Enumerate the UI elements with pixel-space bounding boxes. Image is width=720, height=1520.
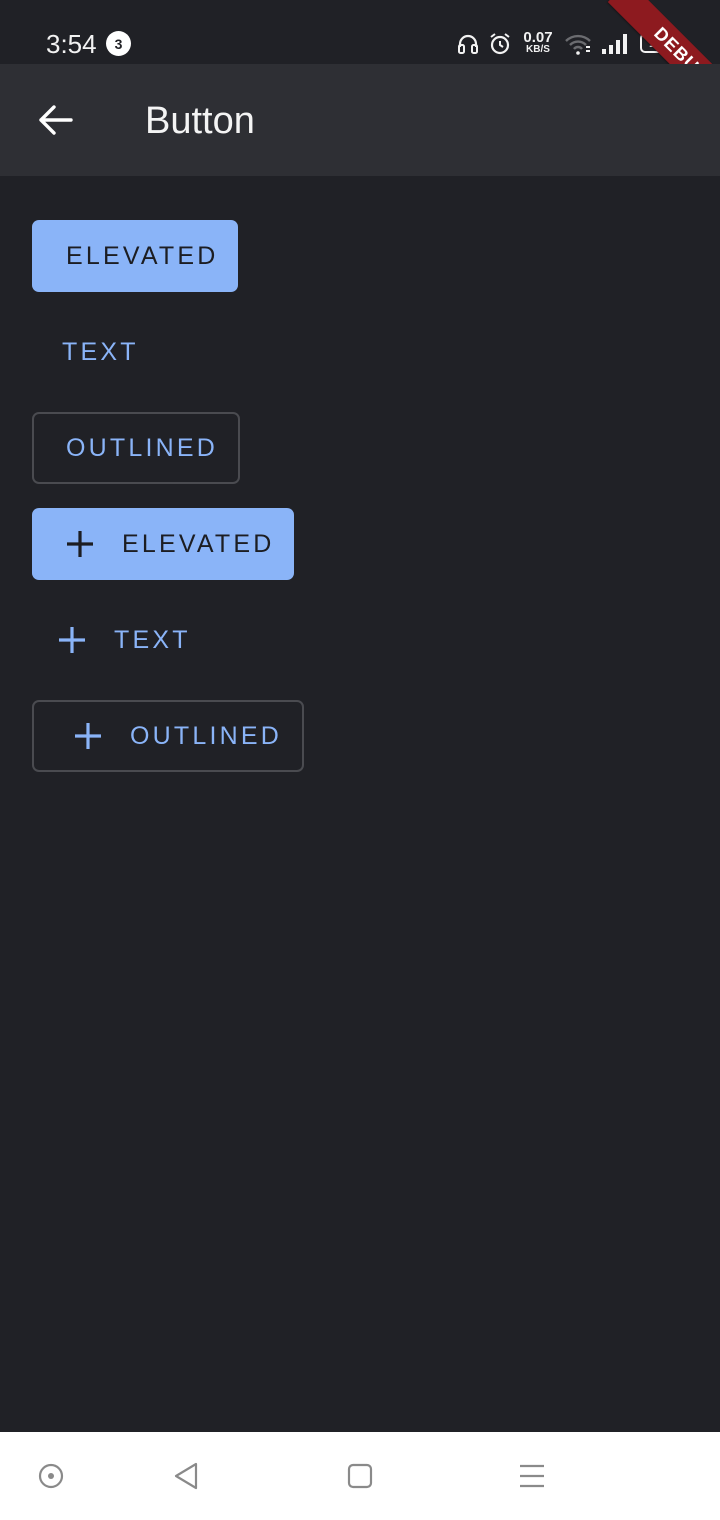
elevated-button-label: ELEVATED: [66, 241, 219, 270]
notification-badge: 3: [106, 31, 131, 56]
menu-lines-icon: [520, 1464, 544, 1488]
text-icon-button-label: TEXT: [114, 625, 191, 654]
wifi-icon: [565, 34, 591, 55]
elevated-icon-button[interactable]: ELEVATED: [32, 508, 294, 580]
back-button[interactable]: [24, 96, 88, 144]
text-button-label: TEXT: [62, 337, 139, 366]
outlined-button[interactable]: OUTLINED: [32, 412, 240, 484]
outlined-icon-button-label: OUTLINED: [130, 721, 283, 750]
plus-icon: [75, 723, 101, 749]
page-title: Button: [145, 100, 255, 142]
nav-back-button[interactable]: [166, 1456, 206, 1496]
nav-menu-button[interactable]: [512, 1456, 552, 1496]
alarm-icon: [490, 33, 510, 55]
arrow-left-icon: [39, 105, 73, 135]
app-bar: Button: [0, 64, 720, 176]
headphones-icon: [458, 34, 478, 54]
status-bar: 3:54 3 0.07 KB/S 100: [0, 0, 720, 64]
plus-icon: [67, 531, 93, 557]
outlined-button-label: OUTLINED: [66, 433, 219, 462]
elevated-icon-button-label: ELEVATED: [122, 529, 275, 558]
plus-icon: [59, 627, 85, 653]
signal-icon: [602, 34, 627, 54]
system-nav-bar: [0, 1432, 720, 1520]
net-speed-unit: KB/S: [526, 44, 550, 55]
text-icon-button[interactable]: TEXT: [32, 604, 202, 676]
nav-assistant-button[interactable]: [31, 1456, 71, 1496]
text-button[interactable]: TEXT: [32, 316, 162, 388]
net-speed-value: 0.07: [523, 29, 553, 46]
outlined-icon-button[interactable]: OUTLINED: [32, 700, 304, 772]
network-speed: 0.07 KB/S: [520, 30, 556, 55]
square-home-icon: [347, 1463, 373, 1489]
nav-home-button[interactable]: [340, 1456, 380, 1496]
back-triangle-icon: [174, 1462, 198, 1490]
elevated-button[interactable]: ELEVATED: [32, 220, 238, 292]
circle-dot-icon: [38, 1463, 64, 1489]
status-time: 3:54: [46, 29, 97, 59]
